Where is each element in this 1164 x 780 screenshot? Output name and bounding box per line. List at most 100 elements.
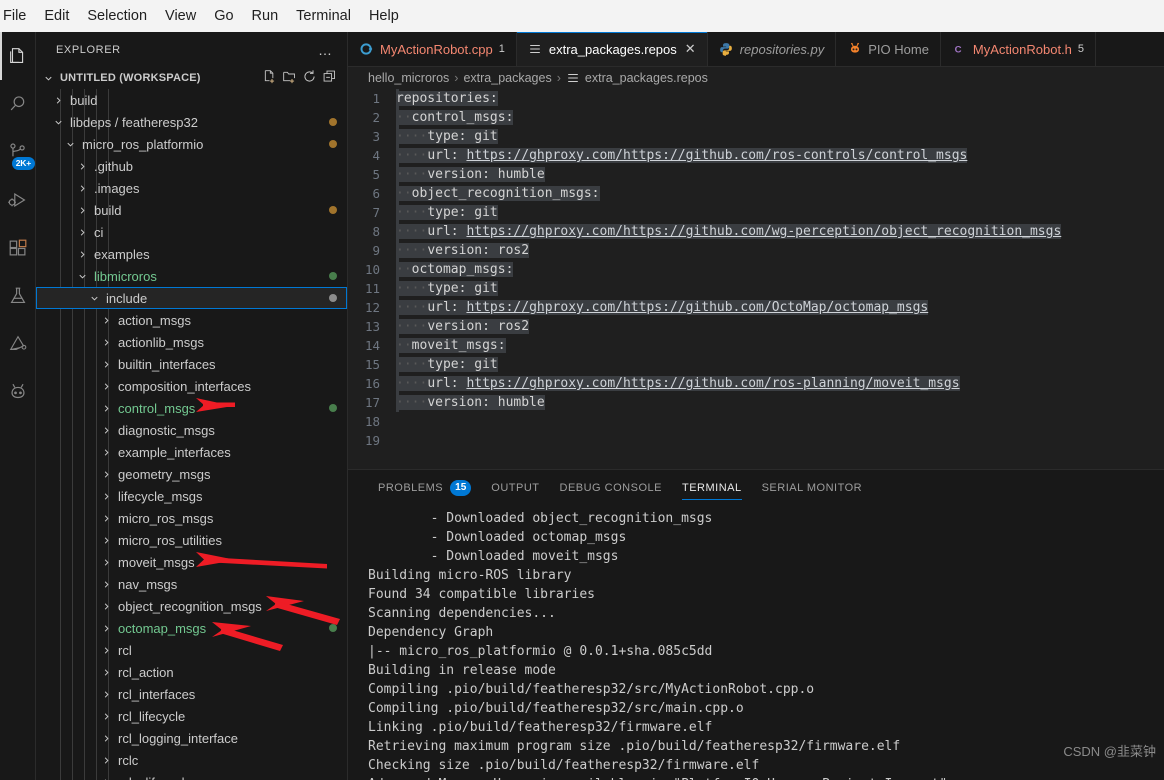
tree-item-rclc-lifecycle[interactable]: rclc_lifecycle <box>36 771 347 780</box>
chevron-right-icon[interactable] <box>100 601 112 612</box>
new-folder-icon[interactable] <box>282 69 297 87</box>
chevron-down-icon[interactable] <box>52 117 64 128</box>
activity-item-testing[interactable] <box>0 272 36 320</box>
activity-item-run-and-debug[interactable] <box>0 176 36 224</box>
chevron-right-icon[interactable] <box>100 381 112 392</box>
tree-item-example-interfaces[interactable]: example_interfaces <box>36 441 347 463</box>
menu-item-edit[interactable]: Edit <box>35 5 78 28</box>
code-url-link[interactable]: https://ghproxy.com/https://github.com/w… <box>466 224 1061 239</box>
tree-item-control-msgs[interactable]: control_msgs <box>36 397 347 419</box>
tree-item-rclc[interactable]: rclc <box>36 749 347 771</box>
chevron-right-icon[interactable] <box>76 227 88 238</box>
activity-item-explorer[interactable] <box>0 32 36 80</box>
chevron-right-icon[interactable] <box>76 205 88 216</box>
chevron-down-icon[interactable] <box>88 293 100 304</box>
chevron-right-icon[interactable] <box>76 249 88 260</box>
editor-tab-pio-home[interactable]: PIO Home <box>836 32 941 66</box>
tree-item-diagnostic-msgs[interactable]: diagnostic_msgs <box>36 419 347 441</box>
tree-item-micro-ros-msgs[interactable]: micro_ros_msgs <box>36 507 347 529</box>
editor-tab-myactionrobot-cpp[interactable]: MyActionRobot.cpp 1 <box>348 32 517 66</box>
chevron-right-icon[interactable] <box>100 557 112 568</box>
chevron-right-icon[interactable] <box>100 513 112 524</box>
explorer-more-icon[interactable]: … <box>318 42 339 58</box>
tree-item-rcl-action[interactable]: rcl_action <box>36 661 347 683</box>
tree-item-actionlib-msgs[interactable]: actionlib_msgs <box>36 331 347 353</box>
tree-item-rcl-interfaces[interactable]: rcl_interfaces <box>36 683 347 705</box>
workspace-section-header[interactable]: UNTITLED (WORKSPACE) <box>36 67 347 89</box>
editor-tab-extra-packages-repos[interactable]: extra_packages.repos ✕ <box>516 32 708 66</box>
breadcrumb-item[interactable]: hello_microros <box>368 71 449 85</box>
tree-item-rcl-lifecycle[interactable]: rcl_lifecycle <box>36 705 347 727</box>
chevron-right-icon[interactable] <box>100 711 112 722</box>
panel-tab-serial-monitor[interactable]: SERIAL MONITOR <box>752 470 873 505</box>
chevron-right-icon[interactable] <box>100 777 112 780</box>
tree-item-action-msgs[interactable]: action_msgs <box>36 309 347 331</box>
chevron-right-icon[interactable] <box>100 645 112 656</box>
refresh-icon[interactable] <box>302 69 317 87</box>
tree-item-octomap-msgs[interactable]: octomap_msgs <box>36 617 347 639</box>
tree-item-micro-ros-utilities[interactable]: micro_ros_utilities <box>36 529 347 551</box>
menu-item-selection[interactable]: Selection <box>78 5 156 28</box>
tree-item-build[interactable]: build <box>36 89 347 111</box>
code-url-link[interactable]: https://ghproxy.com/https://github.com/r… <box>466 376 959 391</box>
tree-item-nav-msgs[interactable]: nav_msgs <box>36 573 347 595</box>
activity-item-platformio[interactable] <box>0 368 36 416</box>
activity-item-ros[interactable] <box>0 320 36 368</box>
code-url-link[interactable]: https://ghproxy.com/https://github.com/r… <box>466 148 967 163</box>
chevron-down-icon[interactable] <box>64 139 76 150</box>
breadcrumb-item[interactable]: extra_packages.repos <box>585 71 708 85</box>
tree-item-composition-interfaces[interactable]: composition_interfaces <box>36 375 347 397</box>
activity-item-extensions[interactable] <box>0 224 36 272</box>
editor-tab-repositories-py[interactable]: repositories.py <box>707 32 837 66</box>
menu-item-run[interactable]: Run <box>243 5 288 28</box>
breadcrumb-item[interactable]: extra_packages <box>463 71 551 85</box>
tree-item-include[interactable]: include <box>36 287 347 309</box>
panel-tab-problems[interactable]: PROBLEMS 15 <box>368 470 481 505</box>
chevron-right-icon[interactable] <box>100 667 112 678</box>
tree-item-rcl-logging-interface[interactable]: rcl_logging_interface <box>36 727 347 749</box>
menu-item-file[interactable]: File <box>0 5 35 28</box>
tree-item-ci[interactable]: ci <box>36 221 347 243</box>
menu-item-help[interactable]: Help <box>360 5 408 28</box>
chevron-right-icon[interactable] <box>100 755 112 766</box>
tree-item-libmicroros[interactable]: libmicroros <box>36 265 347 287</box>
panel-tab-terminal[interactable]: TERMINAL <box>672 470 752 505</box>
tree-item-micro-ros-platformio[interactable]: micro_ros_platformio <box>36 133 347 155</box>
tree-item-lifecycle-msgs[interactable]: lifecycle_msgs <box>36 485 347 507</box>
activity-item-search[interactable] <box>0 80 36 128</box>
menu-item-view[interactable]: View <box>156 5 205 28</box>
new-file-icon[interactable] <box>262 69 277 87</box>
chevron-right-icon[interactable] <box>100 315 112 326</box>
editor-tab-myactionrobot-h[interactable]: C MyActionRobot.h 5 <box>940 32 1097 66</box>
tree-item-geometry-msgs[interactable]: geometry_msgs <box>36 463 347 485</box>
chevron-right-icon[interactable] <box>100 579 112 590</box>
chevron-right-icon[interactable] <box>76 161 88 172</box>
tree-item-object-recognition-msgs[interactable]: object_recognition_msgs <box>36 595 347 617</box>
tree-item-rcl[interactable]: rcl <box>36 639 347 661</box>
panel-tab-debug-console[interactable]: DEBUG CONSOLE <box>550 470 672 505</box>
menu-item-go[interactable]: Go <box>205 5 242 28</box>
chevron-right-icon[interactable] <box>100 535 112 546</box>
tree-item--images[interactable]: .images <box>36 177 347 199</box>
chevron-right-icon[interactable] <box>100 425 112 436</box>
code-editor[interactable]: 1 repositories: 2 ··control_msgs: 3 ····type:… <box>348 89 1164 469</box>
chevron-right-icon[interactable] <box>100 337 112 348</box>
code-url-link[interactable]: https://ghproxy.com/https://github.com/O… <box>466 300 928 315</box>
chevron-right-icon[interactable] <box>100 733 112 744</box>
tree-item-builtin-interfaces[interactable]: builtin_interfaces <box>36 353 347 375</box>
tree-item-libdeps-featheresp32[interactable]: libdeps / featheresp32 <box>36 111 347 133</box>
tree-item--github[interactable]: .github <box>36 155 347 177</box>
terminal-output[interactable]: - Downloaded object_recognition_msgs - D… <box>348 505 1164 780</box>
chevron-right-icon[interactable] <box>100 623 112 634</box>
chevron-down-icon[interactable] <box>76 271 88 282</box>
chevron-right-icon[interactable] <box>100 469 112 480</box>
chevron-right-icon[interactable] <box>100 359 112 370</box>
chevron-right-icon[interactable] <box>100 447 112 458</box>
close-icon[interactable]: ✕ <box>685 41 696 57</box>
collapse-all-icon[interactable] <box>322 69 337 87</box>
chevron-right-icon[interactable] <box>100 491 112 502</box>
panel-tab-output[interactable]: OUTPUT <box>481 470 549 505</box>
chevron-right-icon[interactable] <box>52 95 64 106</box>
chevron-right-icon[interactable] <box>76 183 88 194</box>
tree-item-build[interactable]: build <box>36 199 347 221</box>
